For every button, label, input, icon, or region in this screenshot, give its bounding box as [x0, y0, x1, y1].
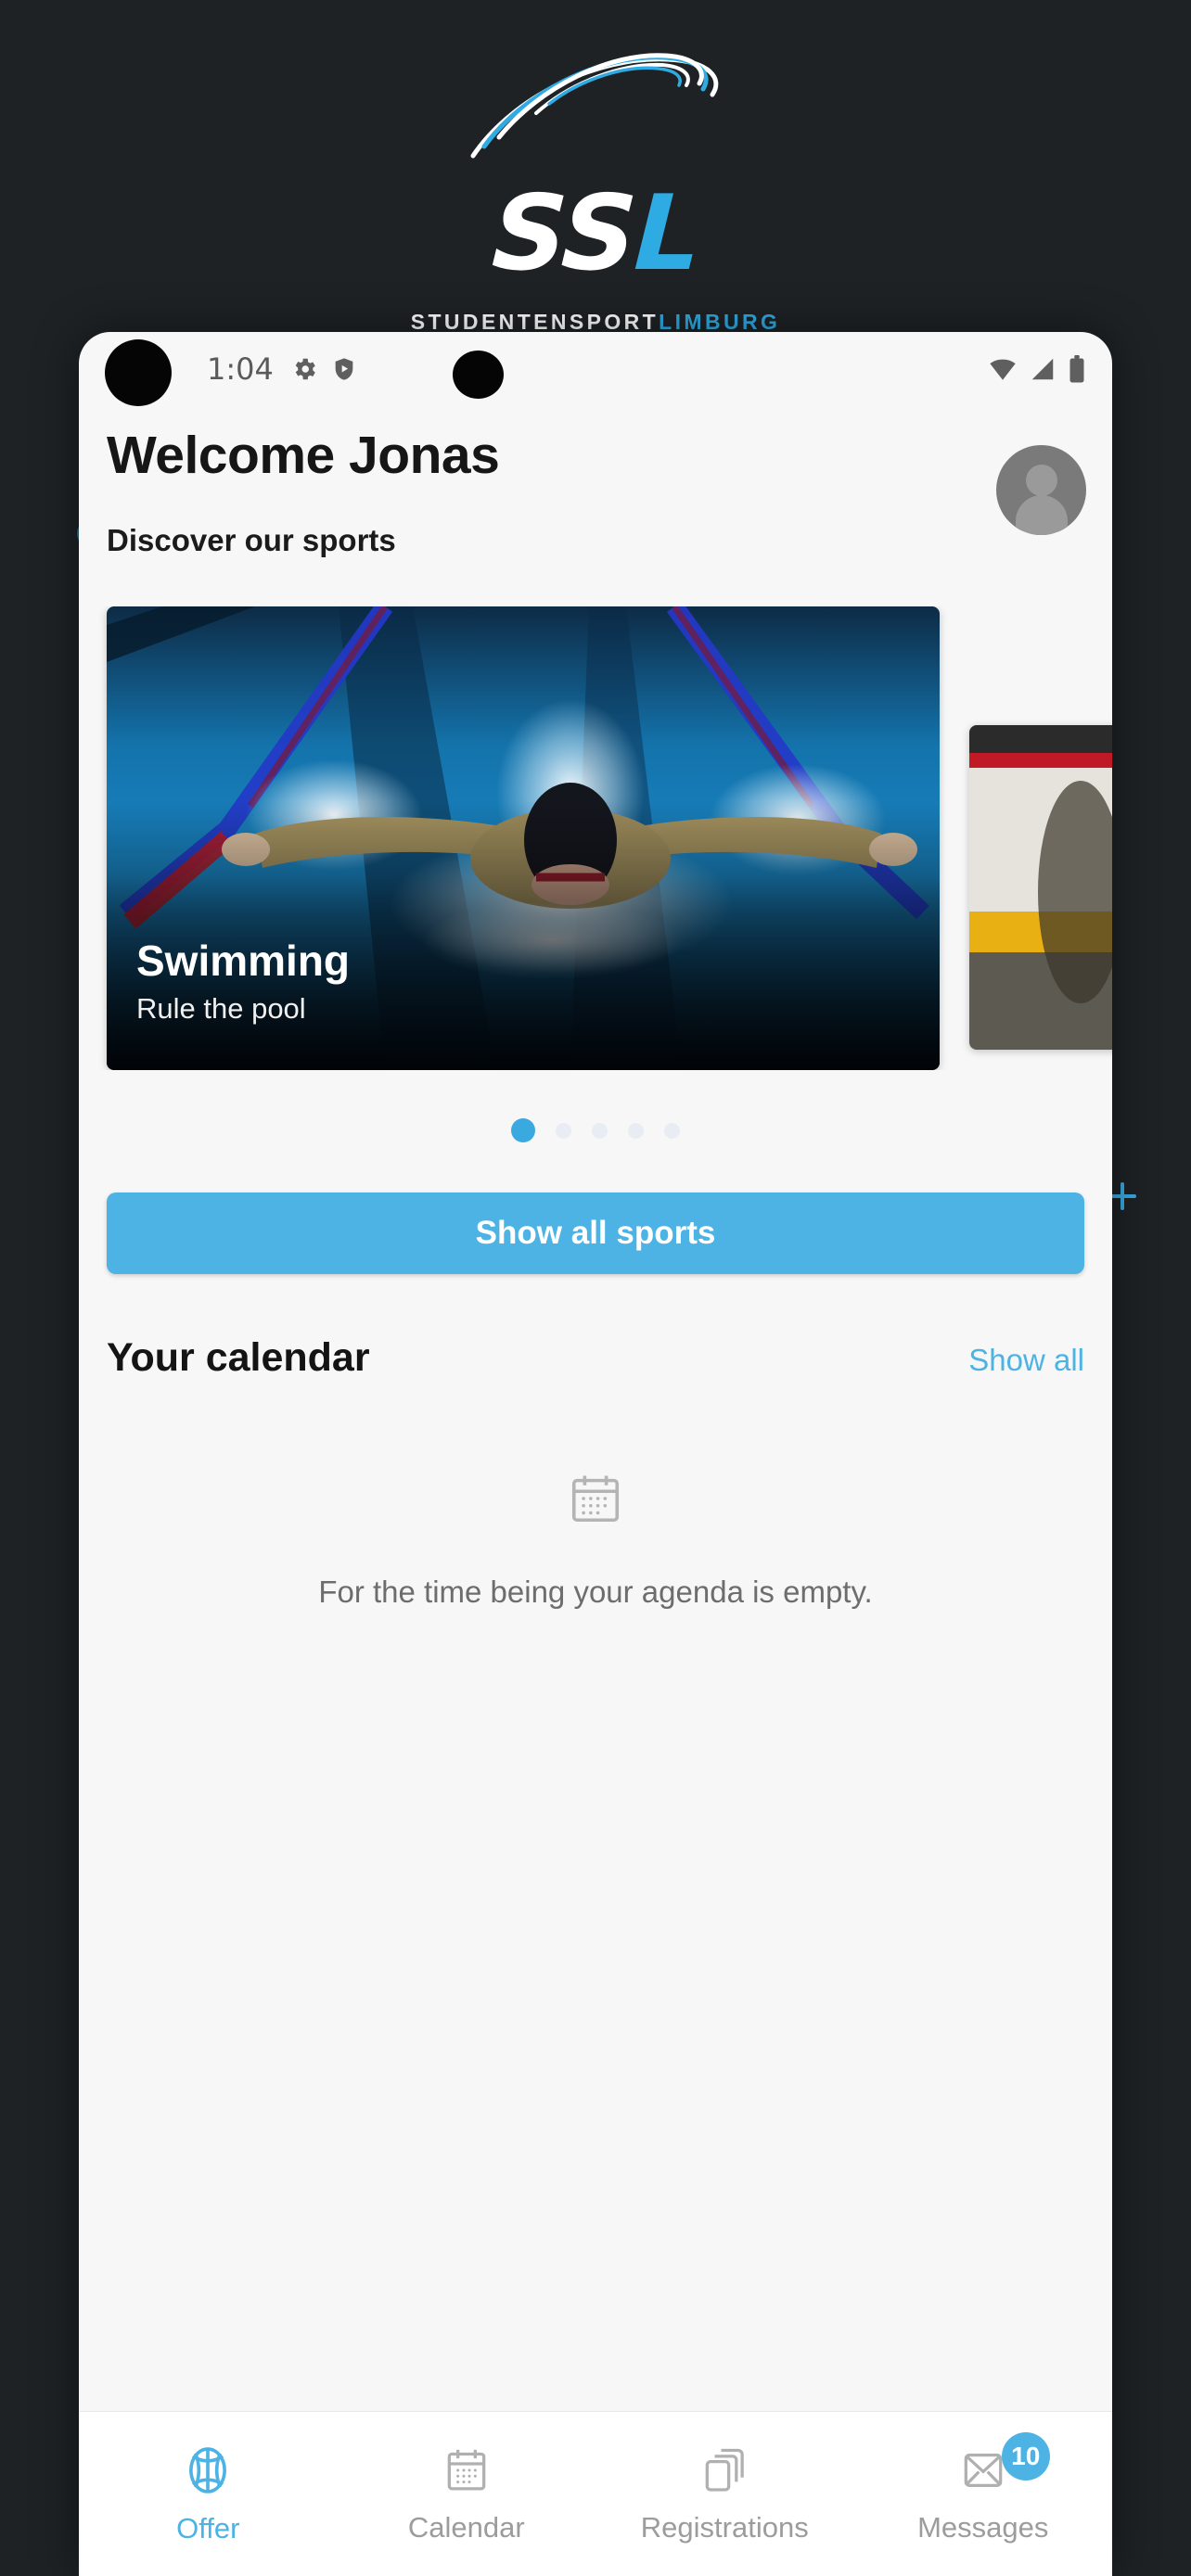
- play-protect-shield-icon: [335, 358, 353, 380]
- carousel-dot-1[interactable]: [511, 1118, 535, 1142]
- calendar-icon: [567, 1470, 624, 1532]
- camera-cutout-secondary-icon: [453, 351, 504, 399]
- cards-stack-icon: [705, 2448, 745, 2492]
- ssl-wordmark-blue: L: [631, 173, 702, 294]
- sport-card-swimming[interactable]: Swimming Rule the pool: [107, 606, 940, 1070]
- tagline-studentensport: STUDENTENSPORT: [410, 310, 660, 334]
- nav-label-registrations: Registrations: [640, 2510, 809, 2544]
- cellular-signal-icon: [1031, 358, 1054, 380]
- ssl-wordmark-white: SS: [489, 173, 638, 294]
- page-header: Welcome Jonas Discover our sports: [79, 406, 1112, 558]
- ssl-tagline: STUDENTENSPORTLIMBURG: [411, 310, 781, 335]
- avatar-body-shape: [1015, 495, 1068, 535]
- swoosh-icon: [470, 53, 719, 159]
- gear-icon: [295, 358, 315, 380]
- sports-carousel[interactable]: Swimming Rule the pool: [79, 606, 1112, 1070]
- nav-item-calendar[interactable]: Calendar: [338, 2412, 596, 2576]
- calendar-empty-state: For the time being your agenda is empty.: [79, 1470, 1112, 1610]
- carousel-pagination[interactable]: [79, 1118, 1112, 1142]
- nav-item-offer[interactable]: Offer: [79, 2412, 338, 2576]
- nav-label-calendar: Calendar: [407, 2510, 525, 2544]
- tagline-limburg: LIMBURG: [659, 310, 781, 334]
- camera-cutout-icon: [105, 339, 172, 406]
- calendar-title: Your calendar: [107, 1335, 370, 1380]
- carousel-dot-5[interactable]: [664, 1122, 680, 1139]
- nav-label-messages: Messages: [917, 2510, 1049, 2544]
- next-sport-photo: [969, 725, 1112, 1050]
- messages-badge: 10: [1001, 2432, 1050, 2480]
- ssl-wordmark: SSL: [489, 173, 702, 294]
- sport-card-next-preview[interactable]: [969, 725, 1112, 1050]
- calendar-empty-message: For the time being your agenda is empty.: [318, 1575, 873, 1609]
- carousel-dot-2[interactable]: [556, 1122, 571, 1139]
- status-time: 1:04: [207, 351, 274, 387]
- ssl-logo: SSL STUDENTENSPORTLIMBURG: [0, 45, 1191, 335]
- calendar-section-header: Your calendar Show all: [107, 1335, 1084, 1381]
- battery-icon: [1069, 355, 1084, 383]
- nav-item-messages[interactable]: 10 Messages: [854, 2412, 1113, 2576]
- basketball-icon: [189, 2446, 227, 2493]
- carousel-dot-4[interactable]: [628, 1122, 644, 1139]
- wifi-icon: [990, 359, 1016, 380]
- calendar-icon: [447, 2449, 486, 2490]
- avatar-head-shape: [1025, 465, 1057, 497]
- android-status-bar: 1:04: [79, 332, 1112, 406]
- sport-card-subtitle: Rule the pool: [136, 992, 306, 1025]
- decorative-plus-right: [1108, 1182, 1136, 1210]
- carousel-dot-3[interactable]: [592, 1122, 608, 1139]
- avatar[interactable]: [996, 445, 1086, 535]
- nav-label-offer: Offer: [176, 2511, 240, 2544]
- welcome-title: Welcome Jonas: [107, 426, 500, 485]
- show-all-sports-button[interactable]: Show all sports: [107, 1192, 1084, 1274]
- calendar-show-all-link[interactable]: Show all: [968, 1343, 1084, 1378]
- nav-item-registrations[interactable]: Registrations: [596, 2412, 854, 2576]
- phone-mockup: 1:04 Welcome Jonas Discover our sports S…: [79, 332, 1112, 2576]
- bottom-navigation: Offer Calendar Registrations 10 Messages: [79, 2411, 1112, 2576]
- discover-subtitle: Discover our sports: [107, 523, 396, 557]
- sport-card-title: Swimming: [136, 936, 351, 985]
